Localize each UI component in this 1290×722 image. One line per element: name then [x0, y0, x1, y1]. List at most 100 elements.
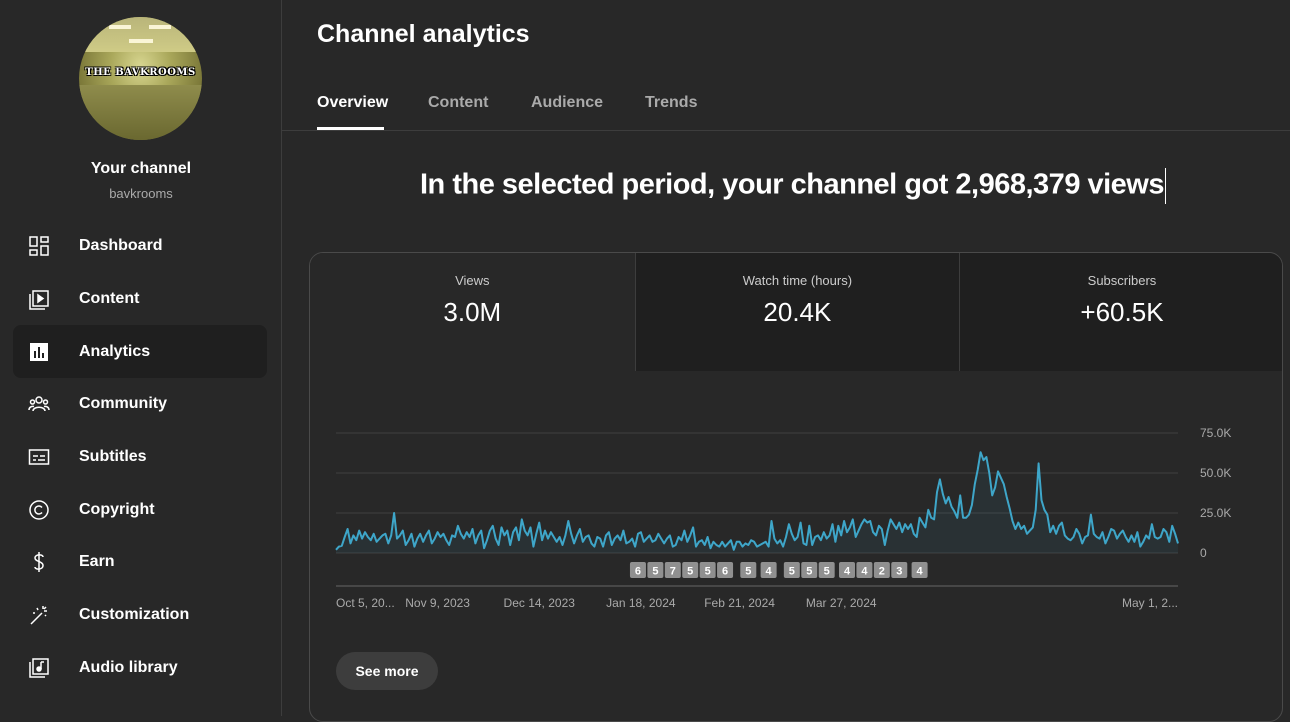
metric-label: Watch time (hours) — [742, 273, 853, 288]
x-tick-label: Feb 21, 2024 — [704, 596, 775, 610]
sidebar-item-earn[interactable]: Earn — [13, 536, 267, 589]
video-marker[interactable]: 5 — [699, 562, 716, 578]
tab-trends[interactable]: Trends — [645, 94, 697, 112]
copyright-icon — [27, 498, 51, 522]
summary-headline-text: In the selected period, your channel got… — [420, 168, 1165, 201]
video-marker[interactable]: 5 — [783, 562, 800, 578]
community-icon — [27, 392, 51, 416]
active-tab-indicator — [317, 127, 384, 130]
earn-icon — [27, 550, 51, 574]
video-marker[interactable]: 4 — [760, 562, 777, 578]
metric-value: 3.0M — [443, 297, 502, 327]
video-marker-count: 4 — [844, 566, 851, 578]
y-tick-label: 0 — [1200, 546, 1207, 560]
x-tick-label: Nov 9, 2023 — [405, 596, 470, 610]
video-marker-count: 4 — [917, 566, 924, 578]
x-tick-label: May 1, 2... — [1122, 596, 1178, 610]
customization-icon — [27, 603, 51, 627]
video-marker-count: 6 — [635, 566, 641, 578]
video-marker-count: 5 — [687, 566, 693, 578]
video-marker-count: 5 — [806, 566, 812, 578]
video-marker-count: 5 — [824, 566, 830, 578]
sidebar-item-subtitles[interactable]: Subtitles — [13, 431, 267, 484]
avatar-ceiling-light — [109, 25, 131, 29]
metric-value: +60.5K — [1080, 297, 1164, 327]
see-more-button[interactable]: See more — [336, 652, 438, 690]
video-marker[interactable]: 4 — [911, 562, 928, 578]
tab-bar: Overview Content Audience Trends — [282, 80, 1290, 131]
sidebar: THE BAVKROOMS Your channel bavkrooms Das… — [0, 0, 282, 716]
metric-label: Views — [455, 273, 490, 288]
x-tick-label: Jan 18, 2024 — [606, 596, 676, 610]
metric-value: 20.4K — [763, 297, 832, 327]
metric-views[interactable]: Views 3.0M — [310, 253, 635, 371]
video-marker-count: 5 — [705, 566, 711, 578]
y-tick-label: 25.0K — [1200, 506, 1231, 520]
tab-content[interactable]: Content — [428, 94, 488, 112]
summary-headline: In the selected period, your channel got… — [420, 168, 1166, 204]
video-marker-count: 5 — [652, 566, 658, 578]
video-marker-count: 7 — [670, 566, 676, 578]
y-tick-label: 75.0K — [1200, 426, 1231, 440]
video-marker[interactable]: 7 — [664, 562, 681, 578]
metric-subscribers[interactable]: Subscribers +60.5K — [959, 253, 1282, 371]
sidebar-item-label: Community — [79, 395, 167, 413]
channel-name[interactable]: Your channel — [0, 160, 282, 178]
page-title: Channel analytics — [317, 20, 530, 48]
sidebar-item-label: Content — [79, 290, 140, 308]
video-marker[interactable]: 5 — [818, 562, 835, 578]
content-icon — [27, 287, 51, 311]
metric-tabs: Views 3.0M Watch time (hours) 20.4K Subs… — [310, 253, 1282, 371]
sidebar-item-community[interactable]: Community — [13, 378, 267, 431]
avatar-ceiling-light — [149, 25, 171, 29]
video-marker[interactable]: 3 — [891, 562, 908, 578]
video-marker-count: 4 — [861, 566, 868, 578]
tab-audience[interactable]: Audience — [531, 94, 603, 112]
dashboard-icon — [27, 234, 51, 258]
sidebar-item-audio-library[interactable]: Audio library — [13, 642, 267, 695]
sidebar-item-label: Subtitles — [79, 448, 147, 466]
sidebar-item-label: Dashboard — [79, 237, 163, 255]
channel-handle: bavkrooms — [109, 186, 173, 201]
analytics-card: Views 3.0M Watch time (hours) 20.4K Subs… — [309, 252, 1283, 722]
metric-label: Subscribers — [1087, 273, 1157, 288]
sidebar-item-content[interactable]: Content — [13, 273, 267, 326]
video-marker[interactable]: 4 — [839, 562, 856, 578]
metric-watch-time[interactable]: Watch time (hours) 20.4K — [634, 253, 960, 371]
video-marker-count: 3 — [896, 566, 902, 578]
x-tick-label: Dec 14, 2023 — [504, 596, 576, 610]
video-marker[interactable]: 6 — [717, 562, 734, 578]
main-panel: Channel analytics Overview Content Audie… — [282, 0, 1290, 722]
channel-avatar[interactable]: THE BAVKROOMS — [79, 17, 202, 140]
avatar-floor — [79, 85, 202, 140]
video-marker[interactable]: 4 — [856, 562, 873, 578]
text-cursor — [1165, 168, 1166, 204]
subtitles-icon — [27, 445, 51, 469]
sidebar-item-copyright[interactable]: Copyright — [13, 483, 267, 536]
avatar-ceiling-light — [129, 39, 153, 43]
sidebar-item-label: Customization — [79, 606, 190, 624]
video-marker[interactable]: 5 — [647, 562, 664, 578]
sidebar-item-label: Copyright — [79, 500, 155, 518]
video-marker[interactable]: 5 — [740, 562, 757, 578]
avatar-ceiling — [79, 17, 202, 52]
video-marker[interactable]: 6 — [629, 562, 646, 578]
video-marker[interactable]: 5 — [801, 562, 818, 578]
sidebar-item-dashboard[interactable]: Dashboard — [13, 220, 267, 273]
sidebar-item-analytics[interactable]: Analytics — [13, 325, 267, 379]
video-marker-count: 4 — [766, 566, 773, 578]
sidebar-nav: Dashboard Content Analytics Community Su… — [13, 220, 267, 694]
sidebar-item-label: Earn — [79, 553, 115, 571]
sidebar-item-customization[interactable]: Customization — [13, 589, 267, 642]
video-marker-count: 5 — [789, 566, 795, 578]
y-tick-label: 50.0K — [1200, 466, 1231, 480]
views-line-chart[interactable]: 75.0K50.0K25.0K06 5 7 5 5 6 5 4 5 5 5 4 4 2 3 4Oct 5, 2… — [310, 371, 1283, 621]
x-tick-label: Mar 27, 2024 — [806, 596, 877, 610]
sidebar-item-label: Audio library — [79, 658, 178, 676]
audio-library-icon — [27, 656, 51, 680]
avatar-logo-text: THE BAVKROOMS — [85, 67, 196, 78]
video-marker[interactable]: 2 — [873, 562, 890, 578]
video-marker[interactable]: 5 — [682, 562, 699, 578]
tab-overview[interactable]: Overview — [317, 94, 388, 112]
x-tick-label: Oct 5, 20... — [336, 596, 395, 610]
